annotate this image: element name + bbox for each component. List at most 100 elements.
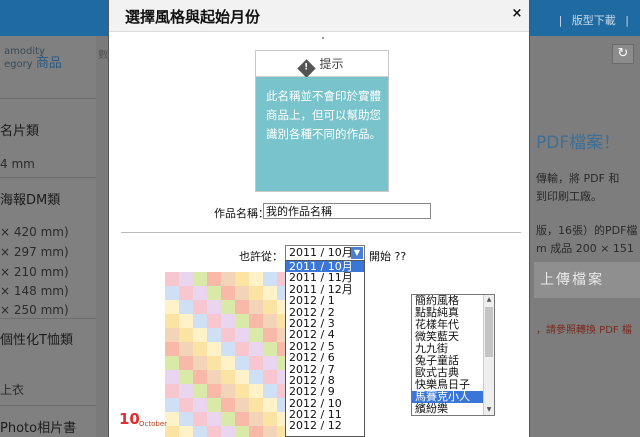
calendar-tile	[179, 328, 193, 342]
calendar-tile	[165, 398, 179, 412]
calendar-tile	[193, 342, 207, 356]
calendar-tile	[277, 356, 285, 370]
right-text: 到印刷工廠。	[536, 190, 602, 203]
right-note: ，請參照轉換 PDF 檔	[536, 325, 632, 336]
upload-button[interactable]: 上傳檔案	[534, 262, 640, 298]
month-option[interactable]: 2012 / 12	[286, 420, 364, 432]
calendar-tile	[193, 272, 207, 286]
calendar-tile	[235, 384, 249, 398]
calendar-tile	[179, 384, 193, 398]
calendar-tile	[277, 342, 285, 356]
calendar-tile	[277, 398, 285, 412]
divider	[0, 318, 96, 319]
right-title: PDF檔案！	[536, 133, 621, 153]
calendar-tile	[235, 328, 249, 342]
dialog-header: 選擇風格與起始月份 ×	[109, 0, 529, 32]
calendar-tile	[277, 300, 285, 314]
tip-header: ! 提示	[256, 51, 388, 78]
calendar-tile	[263, 328, 277, 342]
calendar-tile	[165, 328, 179, 342]
calendar-tile	[207, 356, 221, 370]
sidebar-item-poster[interactable]: 海報DM類	[0, 189, 60, 208]
top-link-template-download[interactable]: 版型下載	[572, 14, 616, 27]
sidebar-item-photobook[interactable]: Photo相片書	[0, 417, 76, 436]
calendar-tile	[165, 356, 179, 370]
calendar-month-number: 10	[119, 410, 140, 428]
scroll-up-icon[interactable]: ▲	[484, 295, 494, 305]
start-from-label: 也許從：	[239, 250, 283, 263]
calendar-tile	[235, 300, 249, 314]
month-option[interactable]: 2012 / 6	[286, 352, 364, 364]
category-header: amodity egory 商品	[4, 46, 62, 71]
top-link-sep: |	[558, 14, 563, 27]
month-option[interactable]: 2012 / 9	[286, 386, 364, 398]
warning-icon: !	[297, 59, 317, 78]
scroll-down-icon[interactable]: ▼	[484, 405, 494, 415]
calendar-tile	[277, 286, 285, 300]
calendar-tile	[179, 370, 193, 384]
calendar-tile	[221, 370, 235, 384]
calendar-tile	[179, 398, 193, 412]
calendar-tile	[179, 300, 193, 314]
calendar-tile	[249, 398, 263, 412]
calendar-tile	[207, 342, 221, 356]
calendar-tile	[277, 384, 285, 398]
calendar-tile	[249, 342, 263, 356]
dialog-title: 選擇風格與起始月份	[125, 8, 261, 26]
calendar-tile	[179, 286, 193, 300]
sidebar-item-tshirt[interactable]: 個性化T恤類	[0, 329, 73, 348]
calendar-tile	[249, 300, 263, 314]
screen: | 版型下載 | amodity egory 商品 名片類 4 mm 海報DM類…	[0, 0, 640, 437]
divider	[0, 405, 96, 406]
calendar-tile	[235, 356, 249, 370]
start-label: 開始 ??	[369, 250, 407, 263]
calendar-tile	[207, 286, 221, 300]
calendar-tile	[193, 384, 207, 398]
sidebar-item-size[interactable]: × 210 mm)	[0, 265, 69, 279]
calendar-tile	[207, 426, 221, 437]
close-icon[interactable]: ×	[509, 6, 525, 21]
name-label: 作品名稱：	[214, 207, 269, 220]
calendar-tile	[207, 328, 221, 342]
month-option[interactable]: 2012 / 1	[286, 295, 364, 307]
work-name-input[interactable]	[263, 203, 431, 219]
divider-dot	[322, 37, 324, 39]
style-option[interactable]: 繽紛樂	[412, 403, 494, 415]
calendar-tile	[179, 356, 193, 370]
sidebar-item-size[interactable]: × 148 mm)	[0, 284, 69, 298]
calendar-tile	[277, 370, 285, 384]
selected-month: 2011 / 10月	[289, 246, 353, 259]
calendar-tile	[263, 314, 277, 328]
right-text: 傳輸，將 PDF 和	[536, 172, 620, 185]
tip-box: ! 提示 此名稱並不會印於實體商品上，但可以幫助您識別各種不同的作品。	[255, 50, 389, 192]
sidebar-item-size[interactable]: × 250 mm)	[0, 303, 69, 317]
calendar-tile	[193, 314, 207, 328]
calendar-tile	[193, 412, 207, 426]
calendar-tile	[221, 272, 235, 286]
chevron-down-icon[interactable]: ▼	[351, 247, 363, 259]
sidebar-item-size[interactable]: × 297 mm)	[0, 245, 69, 259]
calendar-tile	[165, 314, 179, 328]
refresh-icon[interactable]: ↻	[612, 44, 634, 64]
sidebar-item-namecard[interactable]: 名片類	[0, 120, 39, 139]
sidebar-item-shirt[interactable]: 上衣	[0, 381, 24, 398]
calendar-tile	[179, 342, 193, 356]
calendar-tile	[193, 370, 207, 384]
category-en-line2: egory	[4, 59, 33, 70]
start-month-select[interactable]: 2011 / 10月 ▼	[285, 245, 365, 261]
style-dialog: 選擇風格與起始月份 × ! 提示 此名稱並不會印於實體商品上，但可以幫助您識別各種…	[108, 0, 530, 437]
sidebar-item-size[interactable]: × 420 mm)	[0, 225, 69, 239]
calendar-tile	[277, 426, 285, 437]
calendar-tile	[165, 426, 179, 437]
top-link-sep: |	[625, 14, 629, 27]
calendar-tile	[235, 272, 249, 286]
style-listbox[interactable]: 簡約風格 點點純真 花樣年代 微笑藍天 九九街 兔子童話 歐式古典 快樂鳥日子 馬賽克小人 繽紛樂…	[411, 294, 495, 416]
scrollbar[interactable]: ▲ ▼	[483, 295, 494, 415]
scroll-thumb[interactable]	[485, 307, 493, 357]
calendar-tile	[165, 286, 179, 300]
calendar-tile	[249, 272, 263, 286]
month-dropdown[interactable]: 2011 / 10月 2011 / 11月 2011 / 12月 2012 / 1 20…	[285, 260, 365, 437]
divider	[0, 177, 96, 178]
calendar-tile	[179, 272, 193, 286]
calendar-tile	[221, 356, 235, 370]
